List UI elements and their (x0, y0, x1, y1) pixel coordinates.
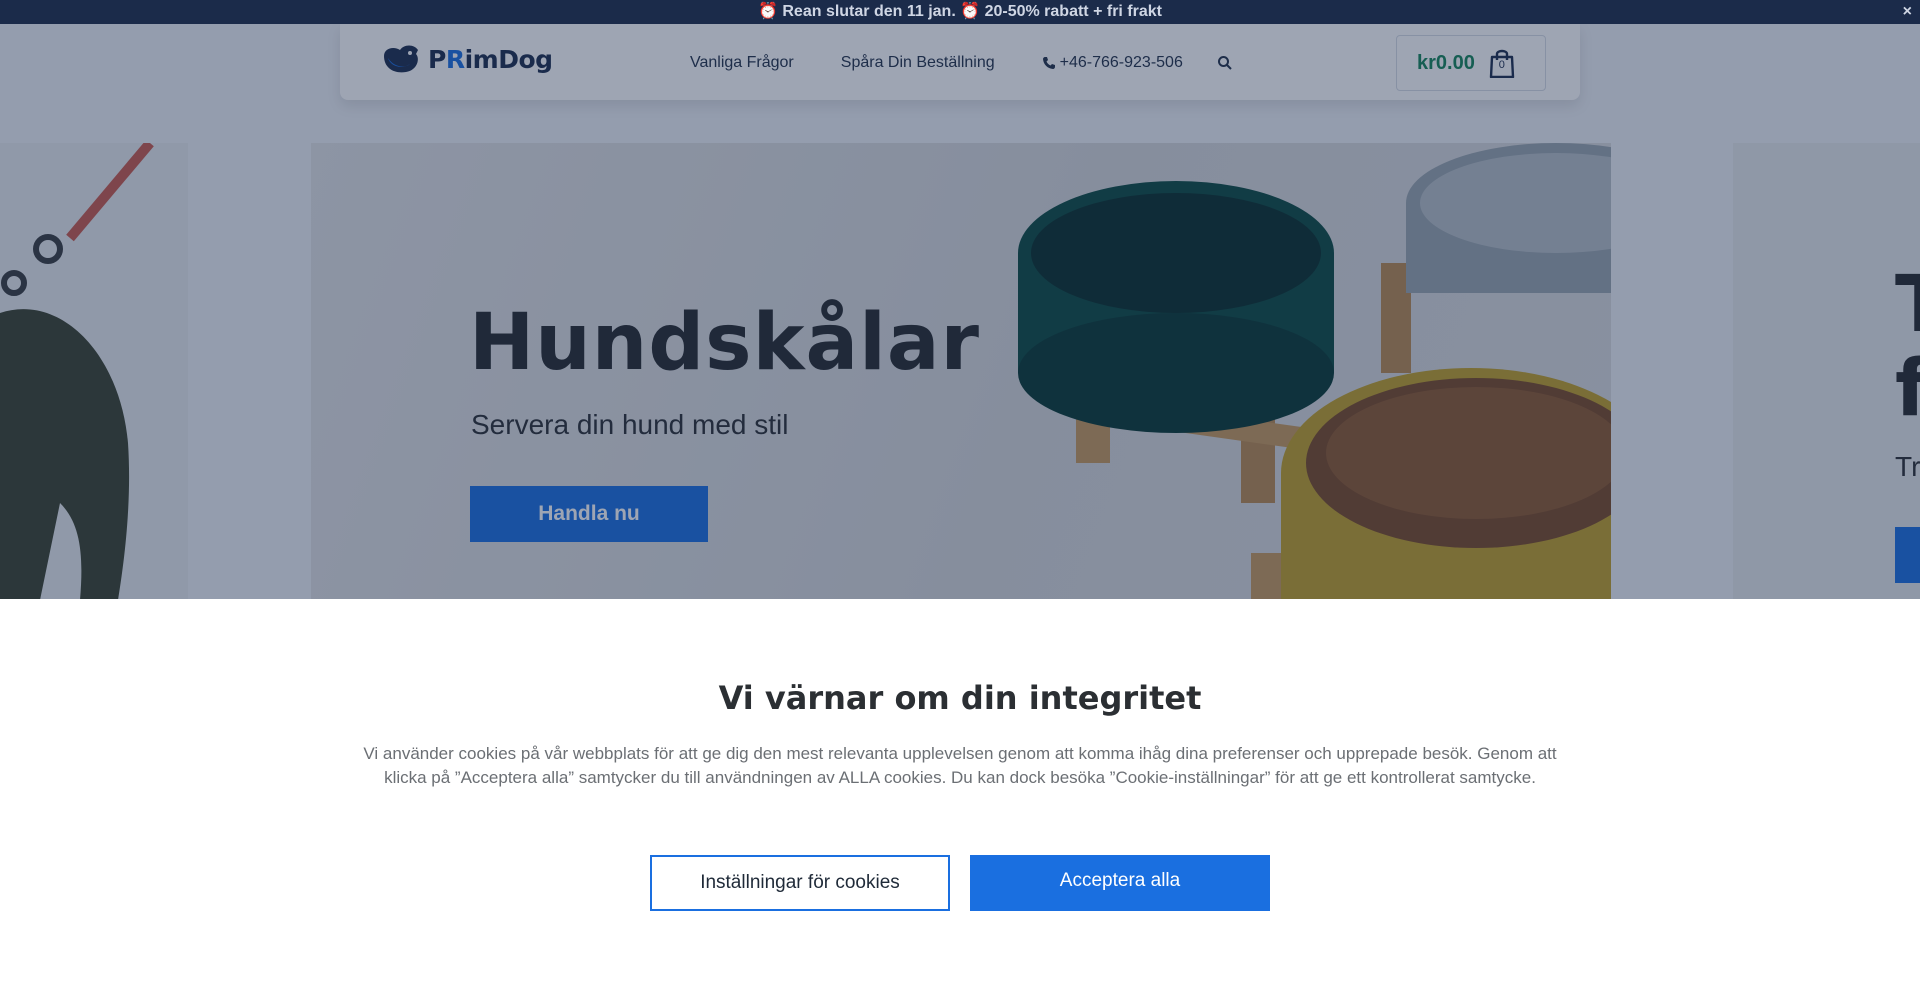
close-icon[interactable]: × (1903, 0, 1912, 24)
modal-overlay (0, 24, 1920, 600)
cookie-settings-button[interactable]: Inställningar för cookies (650, 855, 950, 911)
cookie-title: Vi värnar om din integritet (718, 679, 1202, 717)
cookie-body: Vi använder cookies på vår webbplats för… (363, 744, 1557, 787)
cookie-banner: Vi värnar om din integritet Vi använder … (0, 599, 1920, 993)
announcement-text: ⏰ Rean slutar den 11 jan. ⏰ 20-50% rabat… (758, 3, 1162, 20)
announcement-bar: ⏰ Rean slutar den 11 jan. ⏰ 20-50% rabat… (0, 0, 1920, 24)
accept-all-button[interactable]: Acceptera alla (970, 855, 1270, 911)
